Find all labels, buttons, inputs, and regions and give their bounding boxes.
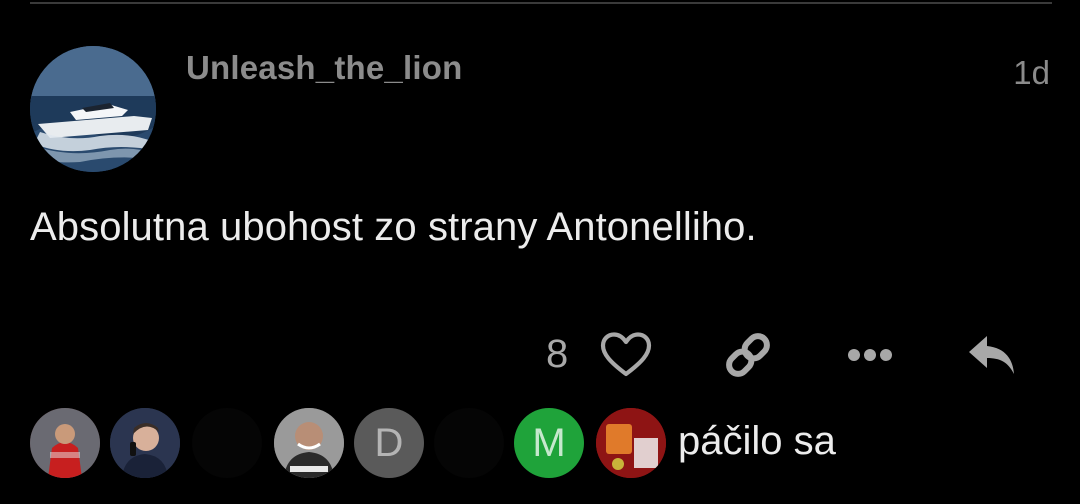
post-container: Unleash_the_lion 1d Absolutna ubohost zo… (0, 0, 1080, 504)
liker-avatar[interactable] (274, 408, 344, 478)
liker-initial: M (532, 420, 566, 465)
copy-link-button[interactable] (720, 330, 776, 380)
driver-photo (30, 408, 100, 478)
post-body: Absolutna ubohost zo strany Antonelliho. (30, 205, 757, 249)
driver-photo (274, 408, 344, 478)
liker-avatar[interactable] (192, 408, 262, 478)
liker-initial: D (374, 420, 404, 465)
heart-icon (600, 332, 652, 377)
like-count[interactable]: 8 (546, 332, 568, 377)
liked-by-label: páčilo sa (678, 419, 836, 463)
post-actions: 8 (0, 330, 1080, 380)
liker-avatar[interactable] (434, 408, 504, 478)
liker-avatar[interactable] (596, 408, 666, 478)
like-button[interactable] (598, 330, 654, 380)
memorabilia-photo (596, 408, 666, 478)
link-icon (726, 333, 770, 377)
post-timestamp[interactable]: 1d (1013, 54, 1050, 92)
more-options-button[interactable] (842, 330, 898, 380)
reply-button[interactable] (964, 330, 1020, 380)
liker-avatar[interactable]: D (354, 408, 424, 478)
author-username[interactable]: Unleash_the_lion (186, 49, 462, 87)
person-photo (110, 408, 180, 478)
author-avatar[interactable] (30, 46, 156, 172)
liker-avatar[interactable]: M (514, 408, 584, 478)
divider (30, 2, 1052, 4)
ellipsis-icon (848, 349, 892, 361)
yacht-photo (30, 46, 156, 172)
reply-icon (969, 336, 1014, 374)
liker-avatar[interactable] (30, 408, 100, 478)
liker-avatar[interactable] (110, 408, 180, 478)
likers-row: D M páčilo sa (0, 408, 1080, 480)
